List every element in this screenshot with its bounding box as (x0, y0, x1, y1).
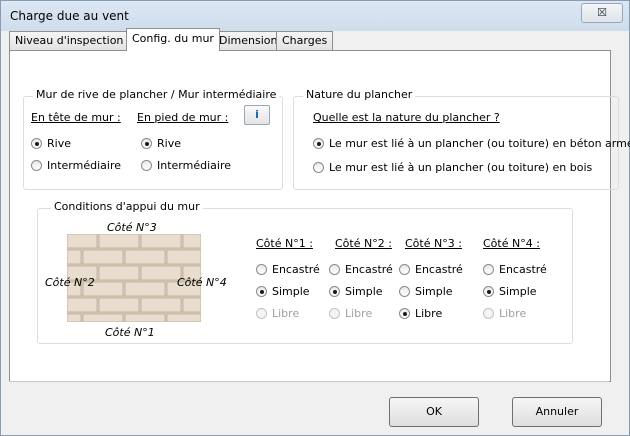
close-icon: ☒ (597, 6, 607, 19)
tab-label: Niveau d'inspection (15, 34, 124, 47)
cote4-header: Côté N°4 : (483, 237, 540, 250)
window-title: Charge due au vent (10, 9, 129, 23)
radio-label: Le mur est lié à un plancher (ou toiture… (329, 137, 630, 150)
info-button[interactable]: i (244, 105, 270, 125)
en-pied-rive-radio[interactable]: Rive (141, 137, 181, 150)
radio-dot (256, 286, 267, 297)
radio-label: Libre (415, 307, 443, 320)
radio-label: Libre (345, 307, 373, 320)
cote1-simple-radio[interactable]: Simple (256, 285, 310, 298)
cote1-header: Côté N°1 : (256, 237, 313, 250)
cote3-header: Côté N°3 : (405, 237, 462, 250)
cote2-simple-radio[interactable]: Simple (329, 285, 383, 298)
conditions-appui-legend: Conditions d'appui du mur (51, 200, 203, 213)
cote3-libre-radio[interactable]: Libre (399, 307, 442, 320)
en-tete-intermediaire-radio[interactable]: Intermédiaire (31, 159, 121, 172)
radio-dot (141, 160, 152, 171)
radio-label: Simple (499, 285, 537, 298)
radio-dot (141, 138, 152, 149)
radio-label: Simple (345, 285, 383, 298)
cote4-simple-radio[interactable]: Simple (483, 285, 537, 298)
plancher-bois-radio[interactable]: Le mur est lié à un plancher (ou toiture… (313, 161, 592, 174)
nature-plancher-legend: Nature du plancher (303, 88, 416, 101)
tab-label: Charges (282, 34, 328, 47)
en-tete-label: En tête de mur : (31, 111, 121, 124)
plancher-question: Quelle est la nature du plancher ? (313, 111, 500, 124)
radio-dot (31, 160, 42, 171)
cote2-libre-radio[interactable]: Libre (329, 307, 372, 320)
radio-label: Le mur est lié à un plancher (ou toiture… (329, 161, 593, 174)
cote1-encastre-radio[interactable]: Encastré (256, 263, 320, 276)
cote1-label: Côté N°1 (105, 326, 155, 339)
title-bar: Charge due au vent ☒ (1, 1, 629, 31)
radio-dot (399, 286, 410, 297)
radio-dot (256, 308, 267, 319)
radio-label: Encastré (499, 263, 547, 276)
radio-dot (313, 138, 324, 149)
cote3-label: Côté N°3 (107, 221, 157, 234)
cote3-simple-radio[interactable]: Simple (399, 285, 453, 298)
cote4-libre-radio[interactable]: Libre (483, 307, 526, 320)
ok-button[interactable]: OK (389, 397, 479, 427)
radio-label: Rive (157, 137, 181, 150)
ok-label: OK (426, 405, 442, 418)
cote3-encastre-radio[interactable]: Encastré (399, 263, 463, 276)
cote2-header: Côté N°2 : (335, 237, 392, 250)
radio-dot (31, 138, 42, 149)
footer-divider (9, 381, 609, 382)
radio-label: Encastré (345, 263, 393, 276)
radio-label: Simple (272, 285, 310, 298)
cote2-label: Côté N°2 (45, 276, 95, 289)
radio-label: Intermédiaire (157, 159, 231, 172)
radio-label: Libre (499, 307, 527, 320)
cote1-libre-radio[interactable]: Libre (256, 307, 299, 320)
mur-rive-legend: Mur de rive de plancher / Mur intermédia… (33, 88, 280, 101)
radio-dot (329, 308, 340, 319)
radio-dot (483, 308, 494, 319)
info-icon: i (255, 108, 259, 121)
radio-dot (256, 264, 267, 275)
tab-niveau-inspection[interactable]: Niveau d'inspection (9, 31, 130, 50)
radio-dot (329, 264, 340, 275)
tab-label: Dimensions (219, 34, 284, 47)
tab-charges[interactable]: Charges (276, 31, 334, 50)
radio-label: Intermédiaire (47, 159, 121, 172)
radio-label: Encastré (272, 263, 320, 276)
cote4-encastre-radio[interactable]: Encastré (483, 263, 547, 276)
radio-dot (483, 264, 494, 275)
cote4-label: Côté N°4 (177, 276, 227, 289)
cote2-encastre-radio[interactable]: Encastré (329, 263, 393, 276)
cancel-button[interactable]: Annuler (512, 397, 602, 427)
dialog-window: Charge due au vent ☒ Niveau d'inspection… (0, 0, 630, 436)
plancher-beton-radio[interactable]: Le mur est lié à un plancher (ou toiture… (313, 137, 630, 150)
radio-dot (313, 162, 324, 173)
radio-dot (483, 286, 494, 297)
en-pied-label: En pied de mur : (137, 111, 229, 124)
close-button[interactable]: ☒ (581, 3, 623, 23)
cancel-label: Annuler (535, 405, 579, 418)
radio-label: Rive (47, 137, 71, 150)
radio-dot (399, 308, 410, 319)
tab-label: Config. du mur (132, 32, 214, 45)
radio-label: Simple (415, 285, 453, 298)
en-tete-rive-radio[interactable]: Rive (31, 137, 71, 150)
tab-config-du-mur[interactable]: Config. du mur (126, 28, 220, 51)
en-pied-intermediaire-radio[interactable]: Intermédiaire (141, 159, 231, 172)
radio-dot (399, 264, 410, 275)
radio-label: Libre (272, 307, 300, 320)
radio-dot (329, 286, 340, 297)
radio-label: Encastré (415, 263, 463, 276)
